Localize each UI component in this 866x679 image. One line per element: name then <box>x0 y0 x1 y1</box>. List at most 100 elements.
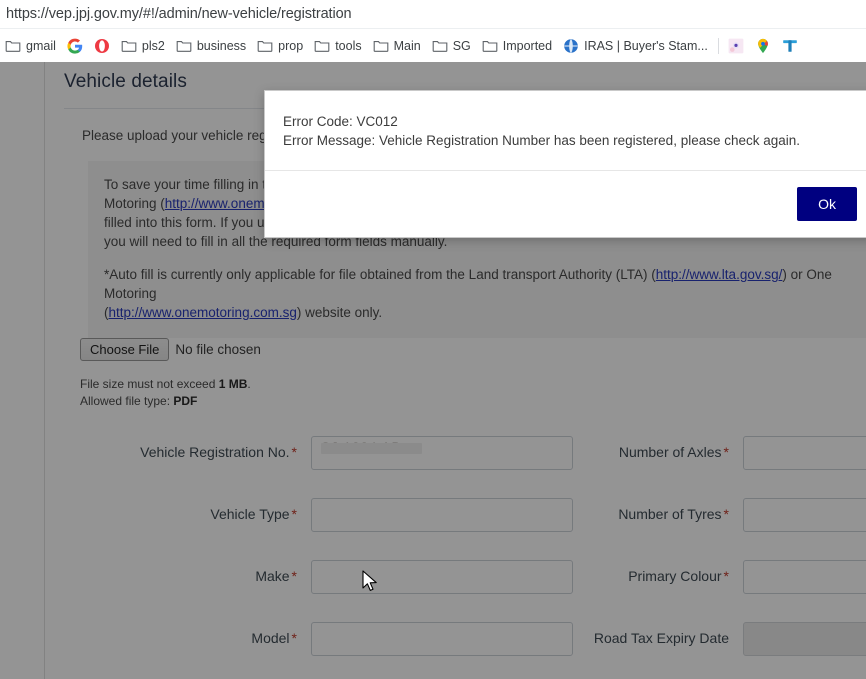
file-type-hint-value: PDF <box>173 394 198 408</box>
url-text: https://vep.jpj.gov.my/#!/admin/new-vehi… <box>6 6 352 22</box>
label-number-of-tyres: Number of Tyres * <box>573 492 743 554</box>
file-type-hint-prefix: Allowed file type: <box>80 394 174 408</box>
required-asterisk: * <box>723 568 729 584</box>
iras-globe-icon <box>564 38 578 53</box>
browser-chrome: https://vep.jpj.gov.my/#!/admin/new-vehi… <box>0 0 866 62</box>
field-cell-number-of-axles <box>743 430 866 492</box>
required-asterisk: * <box>291 630 297 646</box>
opera-icon <box>94 38 109 53</box>
required-asterisk: * <box>723 444 729 460</box>
photos-app-icon <box>728 38 744 53</box>
label-text: Model <box>251 630 290 646</box>
google-icon <box>67 38 83 54</box>
input-primary-colour[interactable] <box>743 560 866 594</box>
label-text: Number of Tyres <box>618 506 722 522</box>
folder-icon <box>176 40 192 52</box>
field-cell-number-of-tyres <box>743 492 866 554</box>
bookmark-label: IRAS | Buyer's Stam... <box>584 38 708 53</box>
info-p1-part-b: Motoring ( <box>104 196 165 211</box>
error-dialog-body: Error Code: VC012 Error Message: Vehicle… <box>265 91 866 170</box>
bookmark-label: Main <box>393 38 421 53</box>
bookmark-item-pls2[interactable]: pls2 <box>116 35 171 57</box>
label-number-of-axles: Number of Axles * <box>573 430 743 492</box>
folder-icon <box>482 40 498 52</box>
label-road-tax-expiry-date: Road Tax Expiry Date <box>573 616 743 678</box>
error-dialog-footer: Ok <box>265 171 866 237</box>
vehicle-details-form: Vehicle Registration No.*SJ 1234 ABNumbe… <box>46 430 866 678</box>
label-vehicle-registration-no: Vehicle Registration No. * <box>46 430 311 492</box>
input-number-of-axles[interactable] <box>743 436 866 470</box>
label-model: Model * <box>46 616 311 678</box>
address-bar[interactable]: https://vep.jpj.gov.my/#!/admin/new-vehi… <box>0 0 866 28</box>
bookmark-divider <box>717 37 719 54</box>
bookmark-item-prop[interactable]: prop <box>252 35 309 57</box>
onemotoring-link-2[interactable]: http://www.onemotoring.com.sg <box>109 305 297 320</box>
file-size-hint-prefix: File size must not exceed <box>80 377 219 391</box>
required-asterisk: * <box>723 506 729 522</box>
bookmark-item-tools[interactable]: tools <box>309 35 367 57</box>
bookmark-item-opera[interactable] <box>89 35 116 57</box>
field-cell-vehicle-registration-no: SJ 1234 AB <box>311 430 573 492</box>
bookmark-item-google-maps-pin[interactable] <box>750 35 777 57</box>
label-text: Vehicle Registration No. <box>140 444 290 460</box>
input-number-of-tyres[interactable] <box>743 498 866 532</box>
choose-file-button[interactable]: Choose File <box>80 338 170 361</box>
label-text: Make <box>255 568 290 584</box>
page-title: Vehicle details <box>64 71 187 92</box>
bookmark-label: tools <box>335 38 362 53</box>
bookmark-label: business <box>196 38 247 53</box>
bookmark-label: SG <box>452 38 471 53</box>
bookmark-label: prop <box>278 38 304 53</box>
file-size-hint: File size must not exceed 1 MB. <box>80 376 251 393</box>
error-dialog: Error Code: VC012 Error Message: Vehicle… <box>264 90 866 238</box>
folder-icon <box>121 40 137 52</box>
folder-icon <box>314 40 330 52</box>
redaction-bar <box>321 443 422 454</box>
file-size-hint-suffix: . <box>247 377 251 391</box>
info-p2-part-d: ) website only. <box>296 305 383 320</box>
input-road-tax-expiry-date <box>743 622 866 656</box>
folder-icon <box>257 40 273 52</box>
bookmark-item-sg[interactable]: SG <box>427 35 477 57</box>
file-name-status: No file chosen <box>175 342 261 357</box>
required-asterisk: * <box>291 444 297 460</box>
google-maps-pin-icon <box>757 38 768 53</box>
sidebar-rail <box>0 62 45 679</box>
required-asterisk: * <box>291 568 297 584</box>
label-text: Road Tax Expiry Date <box>593 630 729 646</box>
bookmark-item-iras-buyer-s-stam[interactable]: IRAS | Buyer's Stam... <box>558 35 714 57</box>
bookmark-label: gmail <box>26 38 56 53</box>
label-make: Make * <box>46 554 311 616</box>
input-vehicle-type[interactable] <box>311 498 573 532</box>
bookmark-item-business[interactable]: business <box>171 35 252 57</box>
info-paragraph-2: *Auto fill is currently only applicable … <box>104 265 850 322</box>
label-vehicle-type: Vehicle Type * <box>46 492 311 554</box>
field-cell-road-tax-expiry-date <box>743 616 866 678</box>
bookmark-item-main[interactable]: Main <box>368 35 427 57</box>
file-constraints: File size must not exceed 1 MB. Allowed … <box>80 376 251 410</box>
required-asterisk: * <box>291 506 297 522</box>
label-text: Vehicle Type <box>210 506 290 522</box>
field-cell-vehicle-type <box>311 492 573 554</box>
ok-button[interactable]: Ok <box>797 187 857 221</box>
bookmarks-bar: gmail pls2 business prop tools Main SG Imported… <box>0 28 866 62</box>
file-upload-row: Choose File No file chosen <box>80 338 261 361</box>
file-size-hint-value: 1 MB <box>218 377 248 391</box>
bookmark-item-imported[interactable]: Imported <box>477 35 558 57</box>
bookmark-item-google[interactable] <box>62 35 89 57</box>
field-cell-primary-colour <box>743 554 866 616</box>
input-model[interactable] <box>311 622 573 656</box>
bookmark-item-gmail[interactable]: gmail <box>0 35 62 57</box>
folder-icon <box>432 40 448 52</box>
folder-icon <box>5 40 21 52</box>
bookmark-label: pls2 <box>141 38 165 53</box>
label-primary-colour: Primary Colour * <box>573 554 743 616</box>
bookmark-label: Imported <box>502 38 553 53</box>
file-type-hint: Allowed file type: PDF <box>80 393 251 410</box>
info-p2-part-a: *Auto fill is currently only applicable … <box>104 267 656 282</box>
bookmark-item-telegram-t[interactable] <box>777 35 804 57</box>
input-make[interactable] <box>311 560 573 594</box>
bookmark-item-photos-app[interactable] <box>723 35 750 57</box>
telegram-t-icon <box>783 39 797 52</box>
lta-link[interactable]: http://www.lta.gov.sg/ <box>656 267 783 282</box>
